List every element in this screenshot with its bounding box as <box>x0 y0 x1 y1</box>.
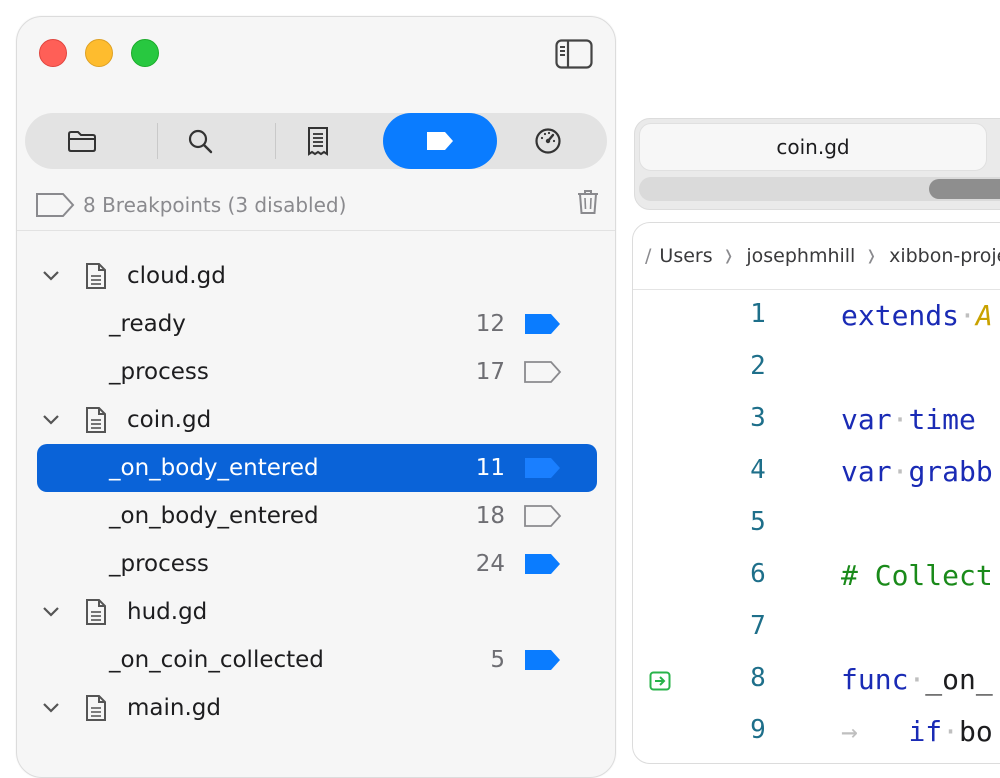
file-icon <box>86 263 106 289</box>
code-line[interactable]: 2 <box>633 343 1000 395</box>
code-text: var·grabb <box>841 455 993 488</box>
breakpoint-row[interactable]: _on_coin_collected 5 <box>17 636 615 684</box>
file-name: cloud.gd <box>127 263 226 289</box>
line-number: 7 <box>750 611 766 641</box>
line-number: 17 <box>475 359 505 385</box>
tab-files[interactable] <box>25 113 139 169</box>
breadcrumb: / Users ❭ josephmhill ❭ xibbon-proje <box>633 223 1000 290</box>
file-icon <box>86 407 106 433</box>
execution-pointer-icon[interactable] <box>649 671 671 691</box>
file-name: hud.gd <box>127 599 208 625</box>
window-controls <box>39 39 159 67</box>
tab-debug-gauges[interactable] <box>491 113 605 169</box>
function-name: _process <box>109 359 209 385</box>
line-number: 2 <box>750 351 766 381</box>
line-number: 18 <box>475 503 505 529</box>
line-number: 8 <box>750 663 766 693</box>
tab-search[interactable] <box>143 113 257 169</box>
code-line[interactable]: 9 → if·bo <box>633 707 1000 759</box>
breakpoint-navigator-window: 8 Breakpoints (3 disabled) cloud.gd _rea… <box>16 16 616 778</box>
breakpoint-enabled-icon[interactable] <box>523 648 563 672</box>
minimize-button[interactable] <box>85 39 113 67</box>
code-editor[interactable]: / Users ❭ josephmhill ❭ xibbon-proje 1 e… <box>632 222 1000 764</box>
breadcrumb-item[interactable]: Users <box>659 245 712 267</box>
breadcrumb-root[interactable]: / <box>645 245 651 267</box>
function-name: _process <box>109 551 209 577</box>
close-button[interactable] <box>39 39 67 67</box>
line-number: 9 <box>750 715 766 745</box>
breakpoint-summary-bar: 8 Breakpoints (3 disabled) <box>35 187 599 223</box>
tab-scrollbar[interactable] <box>639 177 1000 201</box>
file-name: main.gd <box>127 695 221 721</box>
document-icon <box>308 127 328 156</box>
code-text: → if·bo <box>841 715 993 748</box>
breakpoint-outline-icon <box>36 193 75 217</box>
line-number: 11 <box>475 455 505 481</box>
function-name: _ready <box>109 311 186 337</box>
file-name: coin.gd <box>127 407 212 433</box>
editor-tab-bar: coin.gd <box>634 118 1000 210</box>
tab-documents[interactable] <box>261 113 375 169</box>
file-icon <box>86 695 106 721</box>
breakpoint-enabled-icon[interactable] <box>523 552 563 576</box>
code-line[interactable]: 1 extends·A <box>633 291 1000 343</box>
line-number: 3 <box>750 403 766 433</box>
code-line[interactable]: 3 var·time <box>633 395 1000 447</box>
chevron-right-icon: ❭ <box>865 248 878 264</box>
line-number: 4 <box>750 455 766 485</box>
code-line[interactable]: 7 <box>633 603 1000 655</box>
breakpoint-row[interactable]: _process 17 <box>17 348 615 396</box>
breakpoint-row[interactable]: _process 24 <box>17 540 615 588</box>
line-number: 12 <box>475 311 505 337</box>
breakpoint-row-selected[interactable]: _on_body_entered 11 <box>17 444 615 492</box>
tab-scrollbar-thumb[interactable] <box>929 179 1000 199</box>
code-text: extends·A <box>841 299 993 332</box>
function-name: _on_coin_collected <box>109 647 324 673</box>
code-line[interactable]: 4 var·grabb <box>633 447 1000 499</box>
breadcrumb-item[interactable]: xibbon-proje <box>889 245 1000 267</box>
breakpoint-disabled-icon[interactable] <box>523 504 563 528</box>
zoom-button[interactable] <box>131 39 159 67</box>
chevron-down-icon[interactable] <box>41 410 61 430</box>
line-number: 5 <box>490 647 505 673</box>
code-text: func·_on_ <box>841 663 993 696</box>
tab-breakpoints[interactable] <box>383 113 497 169</box>
breakpoint-disabled-icon[interactable] <box>523 360 563 384</box>
line-number: 6 <box>750 559 766 589</box>
folder-icon <box>68 131 96 152</box>
code-line[interactable]: 5 <box>633 499 1000 551</box>
chevron-right-icon: ❭ <box>722 248 735 264</box>
breadcrumb-item[interactable]: josephmhill <box>746 245 855 267</box>
file-row-main[interactable]: main.gd <box>17 684 615 732</box>
code-line[interactable]: 8 func·_on_ <box>633 655 1000 707</box>
breakpoint-row[interactable]: _on_body_entered 18 <box>17 492 615 540</box>
breakpoint-row[interactable]: _ready 12 <box>17 300 615 348</box>
line-number: 1 <box>750 299 766 329</box>
file-row-cloud[interactable]: cloud.gd <box>17 252 615 300</box>
code-line[interactable]: 6 # Collect <box>633 551 1000 603</box>
chevron-down-icon[interactable] <box>41 602 61 622</box>
function-name: _on_body_entered <box>109 503 319 529</box>
gauge-icon <box>535 128 561 154</box>
function-name: _on_body_entered <box>109 455 319 481</box>
navigator-selector <box>25 113 607 169</box>
file-icon <box>86 599 106 625</box>
file-row-coin[interactable]: coin.gd <box>17 396 615 444</box>
sidebar-toggle-icon[interactable] <box>555 39 593 69</box>
breakpoint-enabled-icon[interactable] <box>523 456 563 480</box>
breakpoint-enabled-icon[interactable] <box>523 312 563 336</box>
tab-coin-gd[interactable]: coin.gd <box>639 123 987 171</box>
code-comment: # Collect <box>841 559 993 592</box>
chevron-down-icon[interactable] <box>41 266 61 286</box>
line-number: 5 <box>750 507 766 537</box>
line-number: 24 <box>475 551 505 577</box>
code-text: var·time <box>841 403 976 436</box>
breakpoint-icon <box>427 132 453 150</box>
trash-icon[interactable] <box>577 189 599 215</box>
chevron-down-icon[interactable] <box>41 698 61 718</box>
file-row-hud[interactable]: hud.gd <box>17 588 615 636</box>
breakpoint-summary: 8 Breakpoints (3 disabled) <box>83 193 347 217</box>
search-icon <box>188 129 213 154</box>
